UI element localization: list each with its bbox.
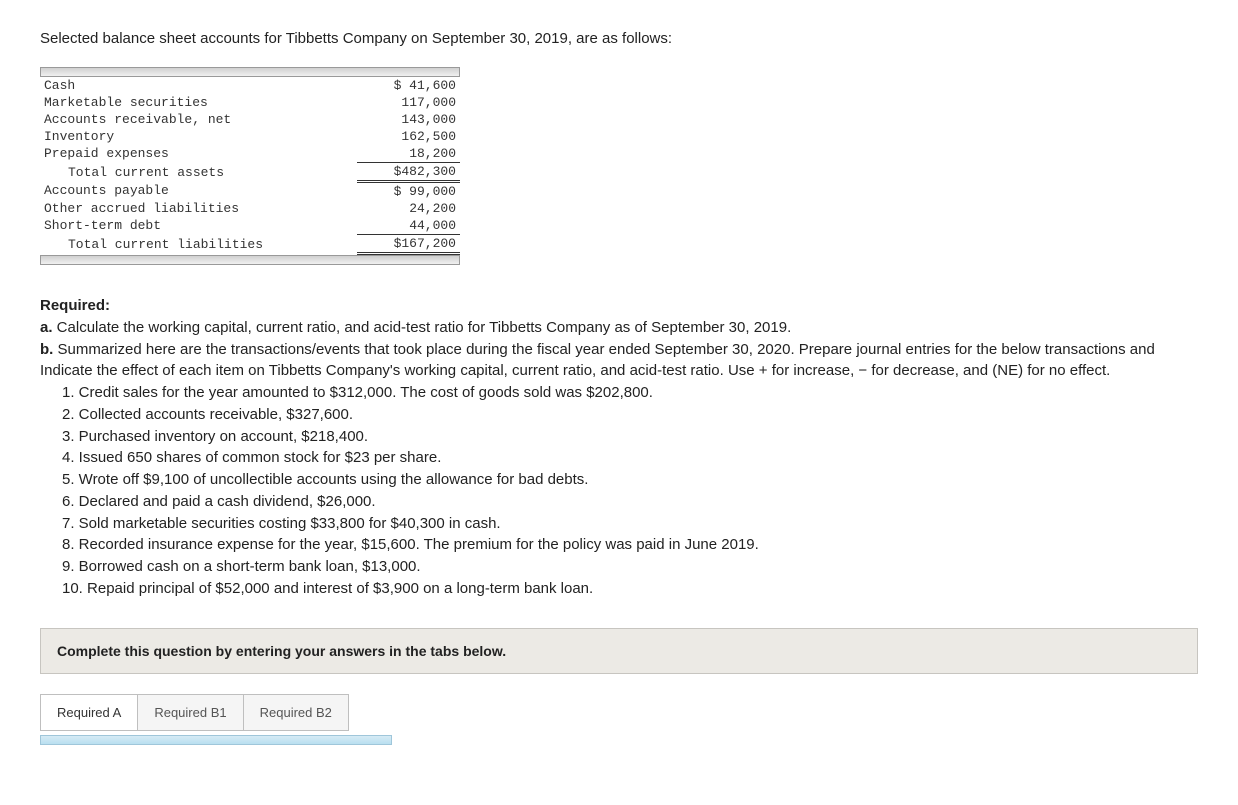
instruction-box: Complete this question by entering your … [40, 628, 1198, 674]
row-value: 117,000 [357, 94, 460, 111]
table-row: Marketable securities117,000 [40, 94, 460, 111]
row-value: 18,200 [357, 145, 460, 163]
row-value: 162,500 [357, 128, 460, 145]
table-row: Short-term debt44,000 [40, 217, 460, 235]
row-label: Other accrued liabilities [40, 200, 357, 217]
required-b: b. Summarized here are the transactions/… [40, 339, 1198, 383]
table-row: Other accrued liabilities24,200 [40, 200, 460, 217]
row-label: Short-term debt [40, 217, 357, 235]
list-item: 10. Repaid principal of $52,000 and inte… [62, 578, 1198, 600]
list-item: 7. Sold marketable securities costing $3… [62, 513, 1198, 535]
balance-sheet-table: Cash$ 41,600Marketable securities117,000… [40, 67, 460, 265]
table-top-bar [40, 67, 460, 77]
row-value: $ 41,600 [357, 77, 460, 94]
list-item: 2. Collected accounts receivable, $327,6… [62, 404, 1198, 426]
table-row: Prepaid expenses18,200 [40, 145, 460, 163]
tab-required-a[interactable]: Required A [40, 694, 138, 731]
intro-text: Selected balance sheet accounts for Tibb… [40, 30, 1198, 47]
row-value: 143,000 [357, 111, 460, 128]
row-label: Prepaid expenses [40, 145, 357, 163]
table-row: Accounts payable$ 99,000 [40, 182, 460, 201]
list-item: 4. Issued 650 shares of common stock for… [62, 447, 1198, 469]
required-heading: Required: [40, 295, 1198, 317]
row-label: Cash [40, 77, 357, 94]
list-item: 9. Borrowed cash on a short-term bank lo… [62, 556, 1198, 578]
required-b-items: 1. Credit sales for the year amounted to… [40, 382, 1198, 600]
req-b-prefix: b. [40, 341, 53, 358]
table-row: Total current liabilities$167,200 [40, 235, 460, 254]
table-row: Cash$ 41,600 [40, 77, 460, 94]
row-label: Accounts payable [40, 182, 357, 201]
row-value: $ 99,000 [357, 182, 460, 201]
row-value: $167,200 [357, 235, 460, 254]
row-value: $482,300 [357, 163, 460, 182]
tab-required-b1[interactable]: Required B1 [137, 694, 243, 731]
tab-required-b2[interactable]: Required B2 [243, 694, 349, 731]
required-a: a. Calculate the working capital, curren… [40, 317, 1198, 339]
table-row: Accounts receivable, net143,000 [40, 111, 460, 128]
table-row: Inventory162,500 [40, 128, 460, 145]
list-item: 6. Declared and paid a cash dividend, $2… [62, 491, 1198, 513]
req-b-text: Summarized here are the transactions/eve… [40, 341, 1155, 380]
row-label: Marketable securities [40, 94, 357, 111]
answer-tabs: Required A Required B1 Required B2 [40, 694, 1198, 731]
tabs-underbar [40, 735, 392, 745]
list-item: 8. Recorded insurance expense for the ye… [62, 534, 1198, 556]
list-item: 5. Wrote off $9,100 of uncollectible acc… [62, 469, 1198, 491]
row-value: 24,200 [357, 200, 460, 217]
table-bottom-bar [40, 255, 460, 265]
table-row: Total current assets$482,300 [40, 163, 460, 182]
row-label: Total current liabilities [40, 235, 357, 254]
list-item: 3. Purchased inventory on account, $218,… [62, 426, 1198, 448]
row-label: Inventory [40, 128, 357, 145]
required-section: Required: a. Calculate the working capit… [40, 295, 1198, 600]
req-a-prefix: a. [40, 319, 53, 336]
row-label: Accounts receivable, net [40, 111, 357, 128]
row-value: 44,000 [357, 217, 460, 235]
row-label: Total current assets [40, 163, 357, 182]
list-item: 1. Credit sales for the year amounted to… [62, 382, 1198, 404]
req-a-text: Calculate the working capital, current r… [53, 319, 792, 336]
